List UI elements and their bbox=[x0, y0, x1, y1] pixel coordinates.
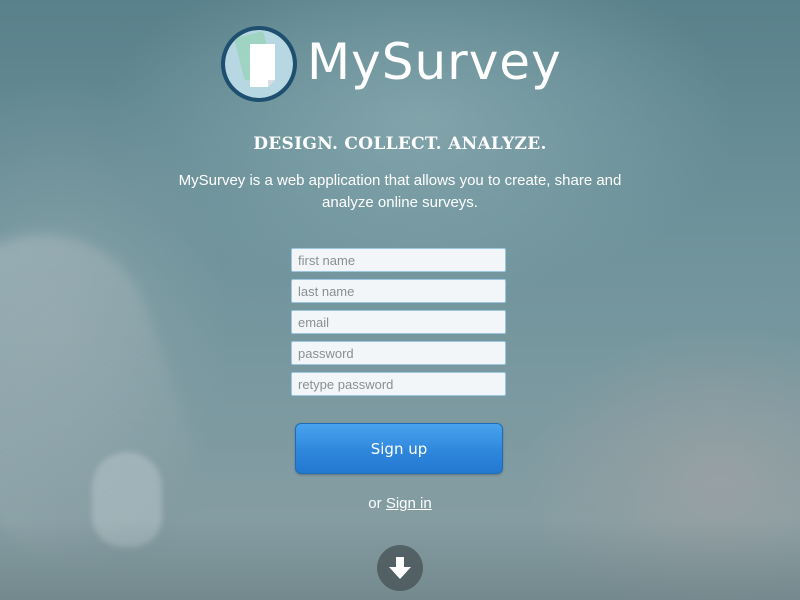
first-name-input[interactable] bbox=[291, 248, 506, 272]
last-name-input[interactable] bbox=[291, 279, 506, 303]
sign-up-button[interactable]: Sign up bbox=[295, 423, 503, 474]
app-description: MySurvey is a web application that allow… bbox=[178, 172, 622, 211]
password-input[interactable] bbox=[291, 341, 506, 365]
retype-password-input[interactable] bbox=[291, 372, 506, 396]
email-input[interactable] bbox=[291, 310, 506, 334]
sign-in-prefix: or bbox=[368, 495, 382, 512]
logo-badge-icon bbox=[221, 26, 297, 102]
scroll-down-button[interactable] bbox=[377, 545, 423, 591]
logo: MySurvey bbox=[219, 22, 589, 106]
arrow-down-icon bbox=[389, 557, 411, 579]
sign-in-row: or Sign in bbox=[0, 495, 800, 512]
sign-in-link[interactable]: Sign in bbox=[386, 495, 432, 512]
brand-name: MySurvey bbox=[307, 33, 562, 91]
tagline: DESIGN. COLLECT. ANALYZE. bbox=[253, 134, 547, 154]
